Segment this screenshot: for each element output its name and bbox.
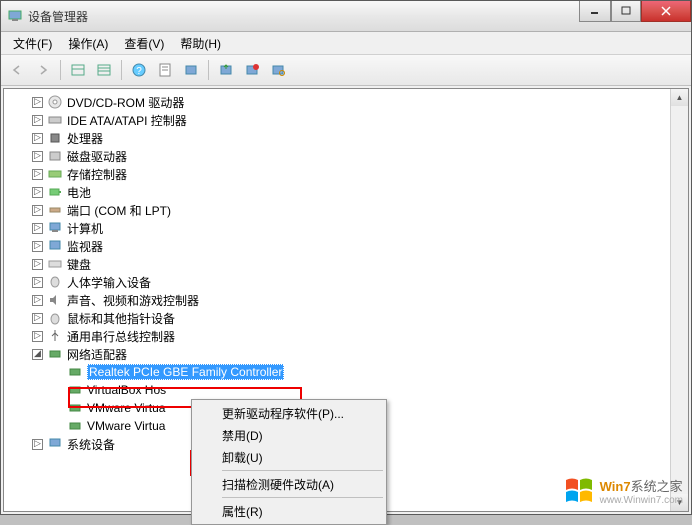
- scroll-up-button[interactable]: ▲: [671, 89, 688, 106]
- menu-help[interactable]: 帮助(H): [172, 33, 229, 54]
- adapter-icon: [67, 364, 83, 380]
- tree-node[interactable]: ▷鼠标和其他指针设备: [4, 309, 688, 327]
- node-label: 网络适配器: [67, 346, 127, 363]
- tree-node[interactable]: ▷键盘: [4, 255, 688, 273]
- system-icon: [47, 436, 63, 452]
- watermark-text: Win7系统之家 www.Winwin7.com: [600, 476, 683, 506]
- ctx-separator: [222, 497, 383, 498]
- ctx-separator: [222, 470, 383, 471]
- minimize-button[interactable]: [579, 1, 611, 22]
- ctx-properties[interactable]: 属性(R): [194, 500, 384, 522]
- device-manager-window: 设备管理器 文件(F) 操作(A) 查看(V) 帮助(H) ? ▷DVD/CD-…: [0, 0, 692, 515]
- toolbar: ?: [1, 55, 691, 86]
- node-label: 计算机: [67, 220, 103, 237]
- titlebar[interactable]: 设备管理器: [1, 1, 691, 32]
- node-label: DVD/CD-ROM 驱动器: [67, 94, 184, 111]
- toolbar-separator: [121, 60, 122, 80]
- svg-text:?: ?: [136, 66, 142, 77]
- mouse-icon: [47, 310, 63, 326]
- storage-icon: [47, 166, 63, 182]
- ctx-disable[interactable]: 禁用(D): [194, 424, 384, 446]
- node-label: 磁盘驱动器: [67, 148, 127, 165]
- view-detail-button[interactable]: [92, 58, 116, 82]
- hid-icon: [47, 274, 63, 290]
- tree-node-adapter[interactable]: VirtualBox Hos: [4, 381, 688, 399]
- tree-node[interactable]: ▷电池: [4, 183, 688, 201]
- forward-button[interactable]: [31, 58, 55, 82]
- tree-node-adapter[interactable]: Realtek PCIe GBE Family Controller: [4, 363, 688, 381]
- node-label: 系统设备: [67, 436, 115, 453]
- tree-node[interactable]: ▷计算机: [4, 219, 688, 237]
- node-label: 通用串行总线控制器: [67, 328, 175, 345]
- maximize-button[interactable]: [611, 1, 641, 22]
- node-label: 键盘: [67, 256, 91, 273]
- node-label: IDE ATA/ATAPI 控制器: [67, 112, 187, 129]
- node-label: 人体学输入设备: [67, 274, 151, 291]
- uninstall-button[interactable]: [240, 58, 264, 82]
- tree-node[interactable]: ▷存储控制器: [4, 165, 688, 183]
- adapter-icon: [67, 418, 83, 434]
- ctx-update-driver[interactable]: 更新驱动程序软件(P)...: [194, 402, 384, 424]
- node-label: 鼠标和其他指针设备: [67, 310, 175, 327]
- tree-node[interactable]: ▷通用串行总线控制器: [4, 327, 688, 345]
- adapter-icon: [67, 400, 83, 416]
- cd-icon: [47, 94, 63, 110]
- tree-node[interactable]: ▷处理器: [4, 129, 688, 147]
- properties-button[interactable]: [153, 58, 177, 82]
- vertical-scrollbar[interactable]: ▲ ▼: [670, 89, 688, 511]
- menu-action[interactable]: 操作(A): [60, 33, 116, 54]
- menubar: 文件(F) 操作(A) 查看(V) 帮助(H): [1, 32, 691, 55]
- tree-node[interactable]: ▷声音、视频和游戏控制器: [4, 291, 688, 309]
- windows-logo-icon: [562, 474, 596, 508]
- back-button[interactable]: [5, 58, 29, 82]
- tree-node[interactable]: ▷DVD/CD-ROM 驱动器: [4, 93, 688, 111]
- node-label: VirtualBox Hos: [87, 383, 166, 397]
- app-icon: [7, 8, 23, 24]
- battery-icon: [47, 184, 63, 200]
- window-title: 设备管理器: [28, 8, 88, 25]
- tree-node[interactable]: ▷人体学输入设备: [4, 273, 688, 291]
- ide-icon: [47, 112, 63, 128]
- network-icon: [47, 346, 63, 362]
- node-label: 监视器: [67, 238, 103, 255]
- node-label: 声音、视频和游戏控制器: [67, 292, 199, 309]
- action-button[interactable]: [179, 58, 203, 82]
- computer-icon: [47, 220, 63, 236]
- port-icon: [47, 202, 63, 218]
- usb-icon: [47, 328, 63, 344]
- node-label: 端口 (COM 和 LPT): [67, 202, 171, 219]
- tree-node[interactable]: ▷IDE ATA/ATAPI 控制器: [4, 111, 688, 129]
- node-label: 存储控制器: [67, 166, 127, 183]
- tree-node[interactable]: ▷监视器: [4, 237, 688, 255]
- scan-hardware-button[interactable]: [266, 58, 290, 82]
- toolbar-separator: [60, 60, 61, 80]
- adapter-icon: [67, 382, 83, 398]
- tree-node-network[interactable]: ◢网络适配器: [4, 345, 688, 363]
- ctx-scan-hardware[interactable]: 扫描检测硬件改动(A): [194, 473, 384, 495]
- tree-node[interactable]: ▷磁盘驱动器: [4, 147, 688, 165]
- help-button[interactable]: ?: [127, 58, 151, 82]
- keyboard-icon: [47, 256, 63, 272]
- window-buttons: [579, 1, 691, 22]
- update-driver-button[interactable]: [214, 58, 238, 82]
- ctx-uninstall[interactable]: 卸载(U): [194, 446, 384, 468]
- node-label: VMware Virtua: [87, 401, 165, 415]
- context-menu: 更新驱动程序软件(P)... 禁用(D) 卸载(U) 扫描检测硬件改动(A) 属…: [191, 399, 387, 525]
- node-label: VMware Virtua: [87, 419, 165, 433]
- menu-file[interactable]: 文件(F): [5, 33, 60, 54]
- close-button[interactable]: [641, 1, 691, 22]
- node-label: 处理器: [67, 130, 103, 147]
- disk-icon: [47, 148, 63, 164]
- monitor-icon: [47, 238, 63, 254]
- tree-node[interactable]: ▷端口 (COM 和 LPT): [4, 201, 688, 219]
- node-label: Realtek PCIe GBE Family Controller: [87, 364, 284, 380]
- cpu-icon: [47, 130, 63, 146]
- sound-icon: [47, 292, 63, 308]
- node-label: 电池: [67, 184, 91, 201]
- toolbar-separator: [208, 60, 209, 80]
- menu-view[interactable]: 查看(V): [116, 33, 172, 54]
- view-list-button[interactable]: [66, 58, 90, 82]
- watermark: Win7系统之家 www.Winwin7.com: [562, 474, 683, 508]
